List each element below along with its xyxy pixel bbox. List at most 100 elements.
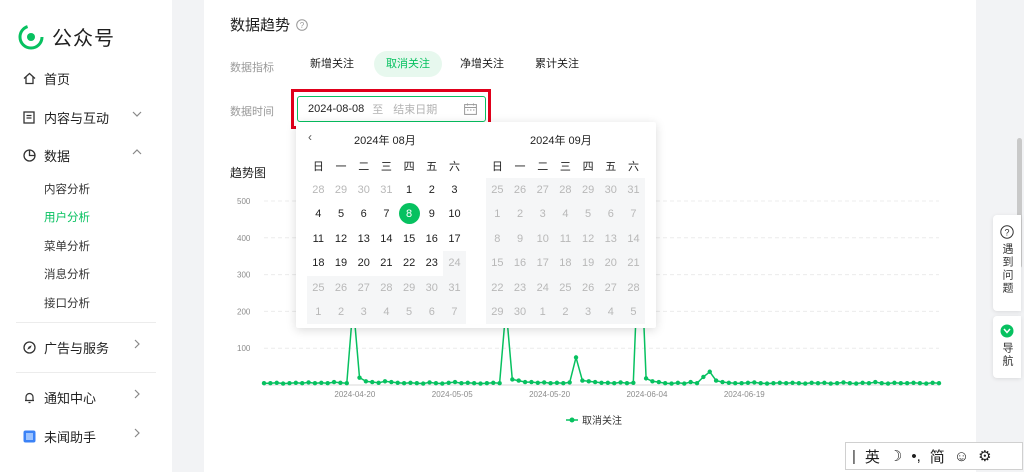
data-point[interactable]: [363, 379, 369, 384]
data-point[interactable]: [497, 380, 502, 386]
data-point[interactable]: [567, 380, 572, 385]
data-point[interactable]: [898, 380, 903, 386]
data-point[interactable]: [777, 380, 783, 385]
data-point[interactable]: [516, 378, 521, 383]
data-point[interactable]: [733, 380, 738, 386]
nav-home[interactable]: 首页: [22, 68, 154, 88]
data-point[interactable]: [331, 379, 337, 385]
calendar-day-cell[interactable]: 15: [398, 227, 421, 251]
data-point[interactable]: [465, 380, 470, 385]
nav-data[interactable]: 数据: [22, 145, 154, 165]
data-point[interactable]: [325, 380, 330, 386]
data-point[interactable]: [815, 380, 821, 386]
data-point[interactable]: [758, 380, 763, 386]
calendar-day-cell[interactable]: 12: [330, 227, 353, 251]
data-point[interactable]: [828, 381, 833, 386]
data-point[interactable]: [662, 380, 668, 386]
data-point[interactable]: [885, 381, 891, 386]
help-float-button[interactable]: ? 遇到问题: [993, 215, 1021, 311]
data-point[interactable]: [752, 380, 757, 385]
data-point[interactable]: [357, 375, 362, 380]
legend-label[interactable]: 取消关注: [582, 414, 622, 427]
calendar-day-cell[interactable]: 1: [398, 178, 421, 202]
tab-total-follow[interactable]: 累计关注: [523, 51, 591, 77]
calendar-day-cell[interactable]: 9: [420, 202, 443, 226]
data-point[interactable]: [726, 380, 732, 385]
data-point[interactable]: [478, 381, 483, 386]
data-point[interactable]: [917, 380, 923, 386]
data-point[interactable]: [586, 379, 591, 384]
sub-item-user-analysis[interactable]: 用户分析: [44, 209, 90, 225]
logo[interactable]: 公众号: [18, 22, 115, 51]
data-point[interactable]: [911, 380, 916, 385]
sub-item-message-analysis[interactable]: 消息分析: [44, 266, 90, 282]
calendar-day-cell[interactable]: 17: [443, 227, 466, 251]
data-point[interactable]: [854, 381, 859, 386]
data-point[interactable]: [892, 380, 897, 385]
nav-assistant[interactable]: 未闻助手: [22, 426, 154, 446]
data-point[interactable]: [306, 380, 311, 385]
ime-drag-handle[interactable]: |: [852, 448, 856, 465]
data-point[interactable]: [656, 379, 662, 385]
calendar-day-cell[interactable]: 21: [375, 251, 398, 275]
data-point[interactable]: [382, 379, 388, 384]
calendar-day-cell[interactable]: 20: [352, 251, 375, 275]
data-point[interactable]: [904, 380, 910, 386]
data-point[interactable]: [592, 379, 598, 385]
data-point[interactable]: [701, 374, 706, 380]
data-point[interactable]: [440, 381, 445, 386]
calendar-day-cell[interactable]: 16: [420, 227, 443, 251]
nav-ads-services[interactable]: 广告与服务: [22, 337, 154, 357]
data-point[interactable]: [287, 380, 292, 386]
data-point[interactable]: [822, 380, 827, 385]
data-point[interactable]: [401, 380, 407, 386]
data-point[interactable]: [280, 381, 286, 386]
data-point[interactable]: [694, 380, 700, 386]
emoji-icon[interactable]: ☺: [954, 448, 969, 465]
data-point[interactable]: [561, 380, 566, 386]
data-point[interactable]: [796, 380, 802, 386]
calendar-day-cell[interactable]: 4: [307, 202, 330, 226]
data-point[interactable]: [745, 380, 751, 385]
sub-item-api-analysis[interactable]: 接口分析: [44, 295, 90, 311]
data-point[interactable]: [605, 380, 611, 385]
data-point[interactable]: [344, 380, 349, 386]
nav-notification-center[interactable]: 通知中心: [22, 387, 154, 407]
data-point[interactable]: [924, 381, 929, 386]
data-point[interactable]: [268, 380, 273, 386]
calendar-day-cell[interactable]: 19: [330, 251, 353, 275]
data-point[interactable]: [713, 378, 719, 383]
data-point[interactable]: [427, 380, 432, 385]
settings-gear-icon[interactable]: ⚙: [978, 447, 991, 465]
data-point[interactable]: [930, 380, 935, 385]
data-point[interactable]: [771, 380, 776, 386]
data-point[interactable]: [841, 380, 846, 385]
calendar-day-cell[interactable]: 3: [443, 178, 466, 202]
nav-content-interaction[interactable]: 内容与互动: [22, 107, 154, 127]
data-point[interactable]: [459, 380, 464, 386]
data-point[interactable]: [529, 379, 534, 385]
calendar-day-cell[interactable]: 10: [443, 202, 466, 226]
data-point[interactable]: [471, 380, 477, 386]
calendar-day-cell[interactable]: 11: [307, 227, 330, 251]
tab-new-follow[interactable]: 新增关注: [298, 51, 366, 77]
data-point[interactable]: [446, 380, 451, 385]
data-point[interactable]: [682, 381, 687, 386]
data-point[interactable]: [300, 380, 305, 386]
data-point[interactable]: [720, 379, 725, 385]
data-point[interactable]: [484, 380, 490, 386]
punctuation-icon[interactable]: •,: [911, 448, 920, 465]
data-point[interactable]: [809, 380, 814, 385]
moon-icon[interactable]: ☽: [889, 447, 902, 465]
data-point[interactable]: [599, 380, 604, 385]
data-point[interactable]: [834, 380, 840, 386]
data-point[interactable]: [510, 377, 515, 382]
data-point[interactable]: [707, 369, 712, 374]
data-point[interactable]: [618, 380, 623, 385]
data-point[interactable]: [790, 380, 795, 385]
data-point[interactable]: [541, 380, 547, 385]
help-circle-icon[interactable]: ?: [296, 18, 308, 31]
data-point[interactable]: [376, 380, 381, 385]
data-point[interactable]: [612, 380, 617, 386]
data-point[interactable]: [879, 380, 884, 386]
